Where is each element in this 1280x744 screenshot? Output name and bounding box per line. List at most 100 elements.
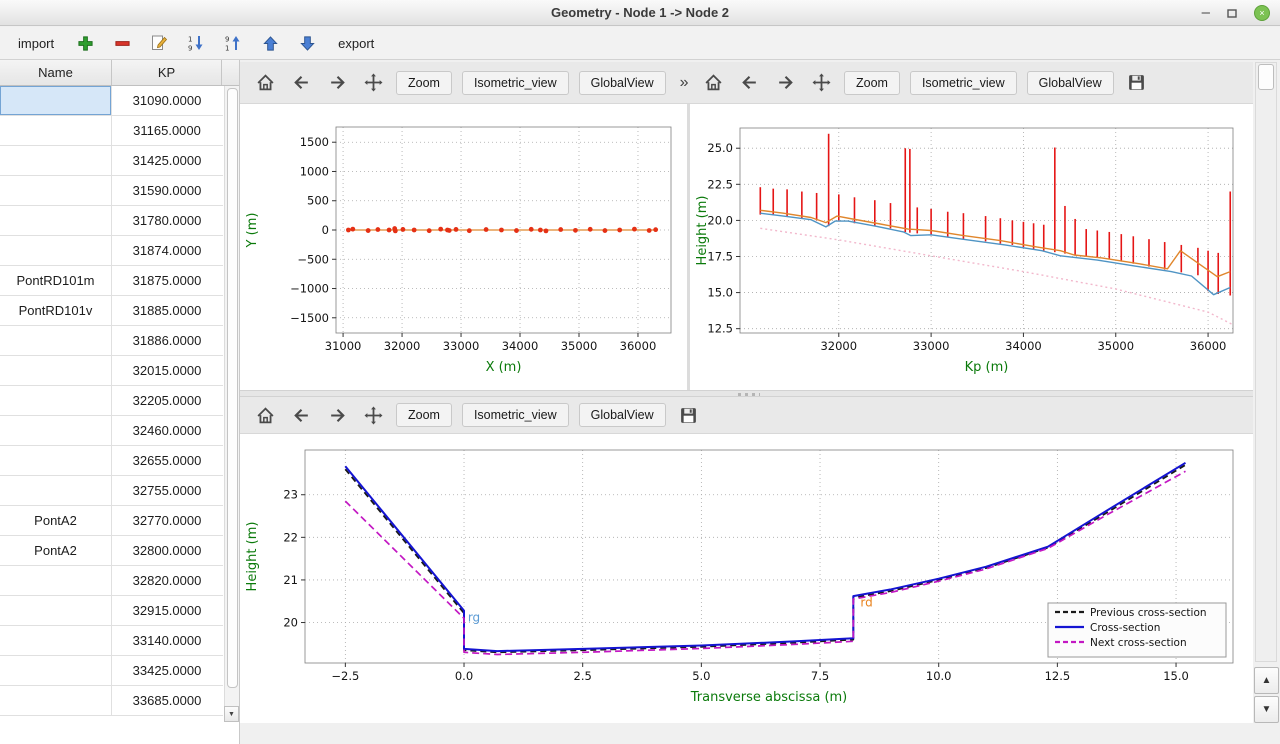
cell-kp[interactable]: 31780.0000 <box>112 206 222 235</box>
horizontal-splitter[interactable] <box>240 390 1253 397</box>
cell-name[interactable] <box>0 386 112 415</box>
vertical-splitter[interactable] <box>687 104 690 390</box>
home-button[interactable] <box>252 70 278 96</box>
pan-button[interactable] <box>360 70 386 96</box>
cell-kp[interactable]: 32015.0000 <box>112 356 222 385</box>
home-button[interactable] <box>252 402 278 428</box>
cell-kp[interactable]: 32655.0000 <box>112 446 222 475</box>
table-row[interactable]: PontA232770.0000 <box>0 506 223 536</box>
table-row[interactable]: 33685.0000 <box>0 686 223 716</box>
cell-kp[interactable]: 33140.0000 <box>112 626 222 655</box>
pan-button[interactable] <box>808 70 834 96</box>
table-scrollbar-thumb[interactable] <box>227 88 238 688</box>
import-button[interactable]: import <box>12 33 60 54</box>
table-row[interactable]: 32015.0000 <box>0 356 223 386</box>
cell-kp[interactable]: 31885.0000 <box>112 296 222 325</box>
move-down-button[interactable] <box>295 31 319 55</box>
cell-kp[interactable]: 32800.0000 <box>112 536 222 565</box>
table-row[interactable]: 31886.0000 <box>0 326 223 356</box>
global-view-button[interactable]: GlobalView <box>579 71 666 95</box>
cell-kp[interactable]: 31165.0000 <box>112 116 222 145</box>
back-button[interactable] <box>288 70 314 96</box>
cell-kp[interactable]: 31886.0000 <box>112 326 222 355</box>
save-button[interactable] <box>1124 70 1150 96</box>
table-row[interactable]: 31780.0000 <box>0 206 223 236</box>
isometric-view-button[interactable]: Isometric_view <box>910 71 1017 95</box>
table-row[interactable]: 32915.0000 <box>0 596 223 626</box>
sort-descending-button[interactable]: 1 9 <box>184 31 208 55</box>
cell-kp[interactable]: 31590.0000 <box>112 176 222 205</box>
cell-name[interactable] <box>0 476 112 505</box>
cell-name[interactable] <box>0 686 112 715</box>
table-row[interactable]: 32205.0000 <box>0 386 223 416</box>
cell-kp[interactable]: 31875.0000 <box>112 266 222 295</box>
cell-name[interactable]: PontA2 <box>0 536 112 565</box>
table-row[interactable]: 31165.0000 <box>0 116 223 146</box>
cell-name[interactable] <box>0 236 112 265</box>
cell-name[interactable] <box>0 626 112 655</box>
vertical-scrollbar-track[interactable] <box>1255 62 1277 662</box>
cell-name[interactable]: PontRD101m <box>0 266 112 295</box>
table-row[interactable]: 31090.0000 <box>0 86 223 116</box>
cell-kp[interactable]: 32755.0000 <box>112 476 222 505</box>
cell-kp[interactable]: 32915.0000 <box>112 596 222 625</box>
back-button[interactable] <box>736 70 762 96</box>
column-header-kp[interactable]: KP <box>112 60 222 85</box>
cell-name[interactable] <box>0 416 112 445</box>
cell-kp[interactable]: 32820.0000 <box>112 566 222 595</box>
scroll-up-button[interactable]: ▲ <box>1254 667 1279 694</box>
export-button[interactable]: export <box>332 33 380 54</box>
home-button[interactable] <box>700 70 726 96</box>
table-row[interactable]: 31425.0000 <box>0 146 223 176</box>
cell-name[interactable]: PontRD101v <box>0 296 112 325</box>
cell-name[interactable] <box>0 446 112 475</box>
table-scroll-down-button[interactable]: ▼ <box>224 706 239 722</box>
zoom-button[interactable]: Zoom <box>396 71 452 95</box>
table-row[interactable]: 32755.0000 <box>0 476 223 506</box>
table-row[interactable]: 33425.0000 <box>0 656 223 686</box>
scroll-down-button[interactable]: ▼ <box>1254 696 1279 723</box>
cell-name[interactable] <box>0 566 112 595</box>
sort-ascending-button[interactable]: 9 1 <box>221 31 245 55</box>
back-button[interactable] <box>288 402 314 428</box>
zoom-button[interactable]: Zoom <box>844 71 900 95</box>
column-header-name[interactable]: Name <box>0 60 112 85</box>
isometric-view-button[interactable]: Isometric_view <box>462 403 569 427</box>
forward-button[interactable] <box>324 402 350 428</box>
add-section-button[interactable] <box>73 31 97 55</box>
cell-kp[interactable]: 33425.0000 <box>112 656 222 685</box>
cell-kp[interactable]: 32205.0000 <box>112 386 222 415</box>
cell-name[interactable]: PontA2 <box>0 506 112 535</box>
forward-button[interactable] <box>324 70 350 96</box>
cell-kp[interactable]: 31090.0000 <box>112 86 222 115</box>
isometric-view-button[interactable]: Isometric_view <box>462 71 569 95</box>
cell-name[interactable] <box>0 356 112 385</box>
cell-name[interactable] <box>0 116 112 145</box>
cross-section-canvas[interactable]: −2.50.02.55.07.510.012.515.020212223Tran… <box>240 434 1253 723</box>
toolbar-overflow-button[interactable]: » <box>676 74 693 92</box>
table-scrollbar-track[interactable] <box>224 86 239 722</box>
move-up-button[interactable] <box>258 31 282 55</box>
cell-kp[interactable]: 33685.0000 <box>112 686 222 715</box>
table-row[interactable]: 31874.0000 <box>0 236 223 266</box>
cell-name[interactable] <box>0 596 112 625</box>
cell-kp[interactable]: 32460.0000 <box>112 416 222 445</box>
save-button[interactable] <box>676 402 702 428</box>
cell-kp[interactable]: 31425.0000 <box>112 146 222 175</box>
restore-button[interactable] <box>1226 3 1238 23</box>
vertical-scrollbar-thumb[interactable] <box>1258 64 1274 90</box>
cell-name[interactable] <box>0 86 112 115</box>
minimize-button[interactable]: – <box>1202 3 1210 23</box>
global-view-button[interactable]: GlobalView <box>1027 71 1114 95</box>
cell-name[interactable] <box>0 206 112 235</box>
forward-button[interactable] <box>772 70 798 96</box>
cell-name[interactable] <box>0 176 112 205</box>
table-row[interactable]: 31590.0000 <box>0 176 223 206</box>
table-row[interactable]: 33140.0000 <box>0 626 223 656</box>
global-view-button[interactable]: GlobalView <box>579 403 666 427</box>
zoom-button[interactable]: Zoom <box>396 403 452 427</box>
table-row[interactable]: PontRD101v31885.0000 <box>0 296 223 326</box>
close-button[interactable]: × <box>1254 3 1270 23</box>
xy-plot-canvas[interactable]: 310003200033000340003500036000−1500−1000… <box>240 104 687 390</box>
pan-button[interactable] <box>360 402 386 428</box>
